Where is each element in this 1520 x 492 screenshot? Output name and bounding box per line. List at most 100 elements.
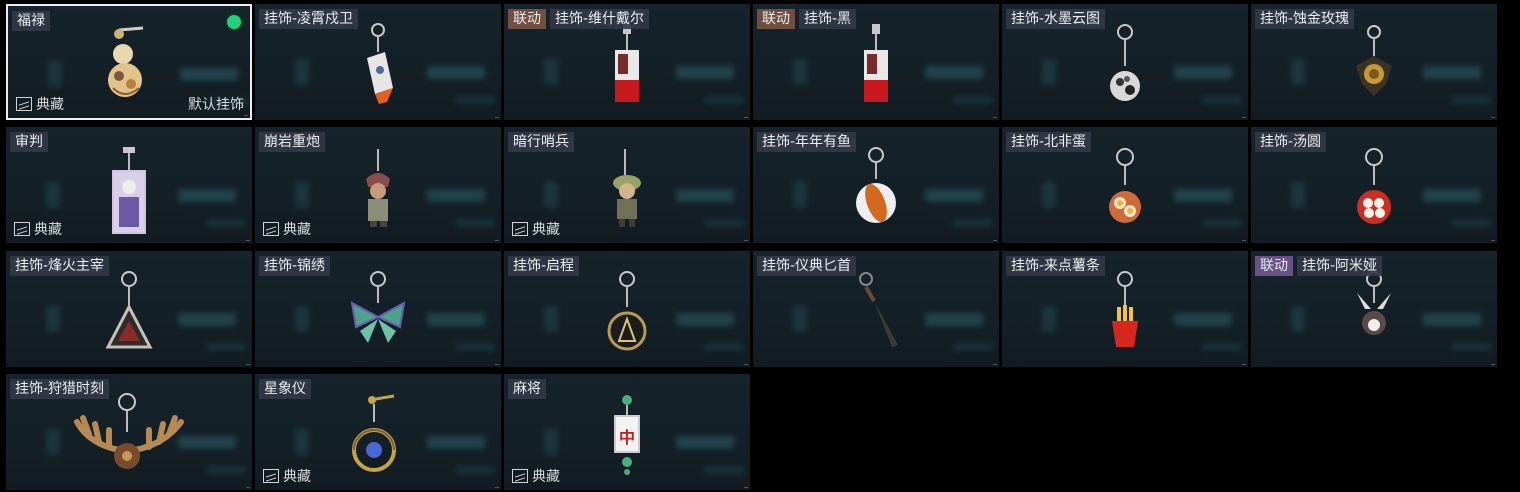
card-corner-mark bbox=[495, 364, 499, 365]
charm-card-bengyan[interactable]: 崩岩重炮 典藏 bbox=[255, 127, 501, 243]
astrolabe-charm-icon bbox=[348, 392, 408, 486]
charm-card-lingxiao[interactable]: 挂饰-凌霄戍卫 bbox=[255, 4, 501, 120]
collection-image-icon bbox=[263, 222, 279, 236]
card-tag-row: 挂饰-水墨云图 bbox=[1006, 9, 1106, 29]
gourd-charm-icon bbox=[99, 24, 159, 108]
collection-image-icon bbox=[14, 222, 30, 236]
rabbit-charm-icon bbox=[1349, 269, 1399, 357]
card-tag-row: 挂饰-烽火主宰 bbox=[10, 256, 110, 276]
card-corner-mark bbox=[244, 115, 248, 116]
collection-badge: 典藏 bbox=[512, 219, 560, 239]
card-tag-row: 挂饰-仪典匕首 bbox=[757, 256, 857, 276]
charm-card-niannian[interactable]: 挂饰-年年有鱼 bbox=[753, 127, 999, 243]
charm-name-label: 挂饰-启程 bbox=[508, 256, 580, 276]
egg-pan-charm-icon bbox=[1100, 145, 1150, 233]
gold-rose-charm-icon bbox=[1348, 22, 1400, 110]
collab-badge: 联动 bbox=[1255, 256, 1293, 276]
card-tag-row: 联动 挂饰-黑 bbox=[757, 9, 857, 29]
fries-charm-icon bbox=[1100, 269, 1150, 357]
card-corner-mark bbox=[246, 240, 250, 241]
charm-card-shoulie[interactable]: 挂饰-狩猎时刻 bbox=[6, 374, 252, 490]
card-tag-row: 暗行哨兵 bbox=[508, 132, 574, 152]
card-tag-row: 联动 挂饰-阿米娅 bbox=[1255, 256, 1383, 276]
charm-name-label: 挂饰-仪典匕首 bbox=[757, 256, 857, 276]
card-tag-row: 挂饰-启程 bbox=[508, 256, 580, 276]
dagger-charm-icon bbox=[844, 269, 908, 357]
card-corner-mark bbox=[1491, 240, 1495, 241]
card-corner-mark bbox=[1491, 117, 1495, 118]
sentinel-figure-charm-icon bbox=[605, 145, 649, 233]
charm-card-yidian[interactable]: 挂饰-仪典匕首 bbox=[753, 251, 999, 367]
charm-name-label: 挂饰-凌霄戍卫 bbox=[259, 9, 359, 29]
charm-name-label: 审判 bbox=[10, 132, 48, 152]
charm-name-label: 福禄 bbox=[12, 11, 50, 31]
card-corner-mark bbox=[246, 364, 250, 365]
charm-card-fenghuo[interactable]: 挂饰-烽火主宰 bbox=[6, 251, 252, 367]
collection-badge: 典藏 bbox=[512, 466, 560, 486]
card-tag-row: 挂饰-凌霄戍卫 bbox=[259, 9, 359, 29]
default-charm-label: 默认挂饰 bbox=[188, 97, 244, 113]
card-tag-row: 麻将 bbox=[508, 379, 546, 399]
collection-label: 典藏 bbox=[36, 97, 64, 113]
charm-name-label: 挂饰-北非蛋 bbox=[1006, 132, 1092, 152]
antler-charm-icon bbox=[69, 392, 189, 484]
charm-name-label: 星象仪 bbox=[259, 379, 311, 399]
charm-card-anxing[interactable]: 暗行哨兵 典藏 bbox=[504, 127, 750, 243]
card-corner-mark bbox=[1491, 364, 1495, 365]
charm-card-shijin[interactable]: 挂饰-蚀金玫瑰 bbox=[1251, 4, 1497, 120]
collection-label: 典藏 bbox=[34, 222, 62, 238]
charm-card-tangyuan[interactable]: 挂饰-汤圆 bbox=[1251, 127, 1497, 243]
charm-card-majiang[interactable]: 麻将 中典藏 bbox=[504, 374, 750, 490]
charm-card-jinxiu[interactable]: 挂饰-锦绣 bbox=[255, 251, 501, 367]
collab-badge: 联动 bbox=[757, 9, 795, 29]
judgement-card-charm-icon bbox=[107, 145, 151, 239]
equipped-indicator-icon bbox=[227, 15, 241, 29]
collection-badge: 典藏 bbox=[263, 219, 311, 239]
fish-plate-charm-icon bbox=[851, 145, 901, 233]
charm-name-label: 挂饰-维什戴尔 bbox=[550, 9, 650, 29]
charm-card-xingxiang[interactable]: 星象仪 典藏 bbox=[255, 374, 501, 490]
card-tag-row: 挂饰-汤圆 bbox=[1255, 132, 1327, 152]
butterfly-charm-icon bbox=[346, 269, 410, 357]
charm-card-shuimo[interactable]: 挂饰-水墨云图 bbox=[1002, 4, 1248, 120]
card-corner-mark bbox=[495, 117, 499, 118]
charm-card-shenpan[interactable]: 审判 典藏 bbox=[6, 127, 252, 243]
charm-name-label: 暗行哨兵 bbox=[508, 132, 574, 152]
card-corner-mark bbox=[993, 240, 997, 241]
collection-label: 典藏 bbox=[283, 222, 311, 238]
collection-image-icon bbox=[263, 469, 279, 483]
collab-badge: 联动 bbox=[508, 9, 546, 29]
charm-name-label: 挂饰-汤圆 bbox=[1255, 132, 1327, 152]
charm-card-qicheng[interactable]: 挂饰-启程 bbox=[504, 251, 750, 367]
charm-card-hei[interactable]: 联动 挂饰-黑 bbox=[753, 4, 999, 120]
card-tag-row: 挂饰-蚀金玫瑰 bbox=[1255, 9, 1355, 29]
card-tag-row: 福禄 bbox=[12, 11, 50, 31]
charm-card-laidian[interactable]: 挂饰-来点薯条 bbox=[1002, 251, 1248, 367]
collection-badge: 典藏 bbox=[263, 466, 311, 486]
charm-name-label: 挂饰-锦绣 bbox=[259, 256, 331, 276]
charm-card-amiya[interactable]: 联动 挂饰-阿米娅 bbox=[1251, 251, 1497, 367]
charm-card-weishi[interactable]: 联动 挂饰-维什戴尔 bbox=[504, 4, 750, 120]
collection-image-icon bbox=[16, 97, 32, 111]
card-corner-mark bbox=[1242, 364, 1246, 365]
charm-name-label: 挂饰-年年有鱼 bbox=[757, 132, 857, 152]
mahjong-tile-charm-icon: 中 bbox=[607, 392, 647, 480]
card-corner-mark bbox=[246, 487, 250, 488]
charm-name-label: 挂饰-蚀金玫瑰 bbox=[1255, 9, 1355, 29]
coin-charm-icon bbox=[602, 269, 652, 357]
card-corner-mark bbox=[1242, 240, 1246, 241]
charm-grid: 福禄 典藏 默认挂饰 挂饰-凌霄戍卫 联动 挂饰-维什戴尔 联动 挂饰-黑 挂饰… bbox=[0, 0, 1520, 492]
charm-name-label: 挂饰-水墨云图 bbox=[1006, 9, 1106, 29]
charm-card-fulu[interactable]: 福禄 典藏 默认挂饰 bbox=[6, 4, 252, 120]
collection-image-icon bbox=[512, 222, 528, 236]
card-tag-row: 挂饰-狩猎时刻 bbox=[10, 379, 110, 399]
card-tag-row: 崩岩重炮 bbox=[259, 132, 325, 152]
card-tag-row: 星象仪 bbox=[259, 379, 311, 399]
collection-badge: 典藏 bbox=[16, 94, 64, 114]
rocket-charm-icon bbox=[353, 22, 403, 110]
card-corner-mark bbox=[744, 487, 748, 488]
charm-name-label: 挂饰-黑 bbox=[799, 9, 857, 29]
card-tag-row: 挂饰-来点薯条 bbox=[1006, 256, 1106, 276]
charm-card-beifei[interactable]: 挂饰-北非蛋 bbox=[1002, 127, 1248, 243]
charm-name-label: 挂饰-烽火主宰 bbox=[10, 256, 110, 276]
